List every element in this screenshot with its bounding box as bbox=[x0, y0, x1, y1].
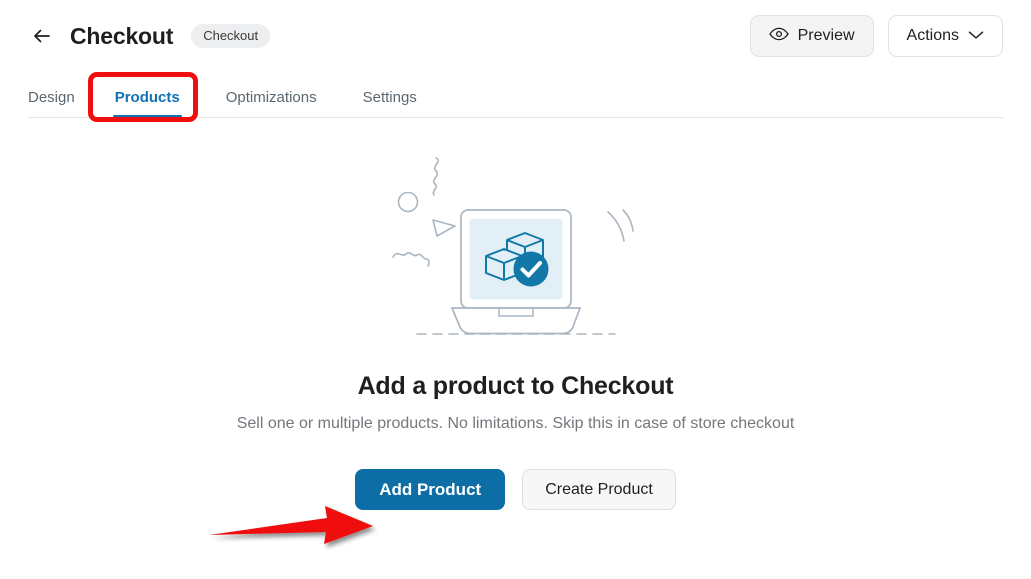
tab-bar: Design Products Optimizations Settings bbox=[0, 72, 1031, 120]
empty-state-subtitle: Sell one or multiple products. No limita… bbox=[236, 415, 795, 432]
eye-icon bbox=[768, 27, 789, 46]
page-header: Checkout Checkout Preview Actions bbox=[0, 0, 1031, 72]
tab-bar-divider bbox=[28, 117, 1003, 118]
tab-design-label: Design bbox=[28, 89, 75, 106]
tab-products[interactable]: Products bbox=[112, 89, 200, 118]
tab-optimizations[interactable]: Optimizations bbox=[226, 89, 337, 118]
status-badge: Checkout bbox=[191, 24, 271, 48]
tab-products-label: Products bbox=[114, 89, 180, 106]
checkout-page: Checkout Checkout Preview Actions Design… bbox=[0, 0, 1031, 579]
header-actions-group: Preview Actions bbox=[749, 15, 1031, 57]
actions-button-label: Actions bbox=[906, 27, 959, 44]
tab-settings[interactable]: Settings bbox=[363, 89, 437, 118]
preview-button[interactable]: Preview bbox=[749, 15, 874, 57]
tab-design[interactable]: Design bbox=[28, 89, 75, 118]
tab-settings-label: Settings bbox=[362, 89, 417, 106]
tab-optimizations-label: Optimizations bbox=[225, 89, 317, 106]
create-product-button[interactable]: Create Product bbox=[522, 469, 676, 510]
empty-state: Add a product to Checkout Sell one or mu… bbox=[0, 150, 1031, 510]
header-left-group: Checkout Checkout bbox=[0, 22, 271, 50]
preview-button-label: Preview bbox=[797, 27, 855, 44]
chevron-down-icon bbox=[968, 27, 984, 45]
laptop-package-check-illustration bbox=[381, 150, 651, 350]
empty-state-title: Add a product to Checkout bbox=[357, 372, 674, 400]
page-title: Checkout bbox=[70, 22, 174, 49]
add-product-button[interactable]: Add Product bbox=[355, 469, 506, 510]
empty-state-actions: Add Product Create Product bbox=[355, 469, 676, 510]
actions-button[interactable]: Actions bbox=[887, 15, 1003, 57]
arrow-left-icon[interactable] bbox=[28, 22, 56, 50]
